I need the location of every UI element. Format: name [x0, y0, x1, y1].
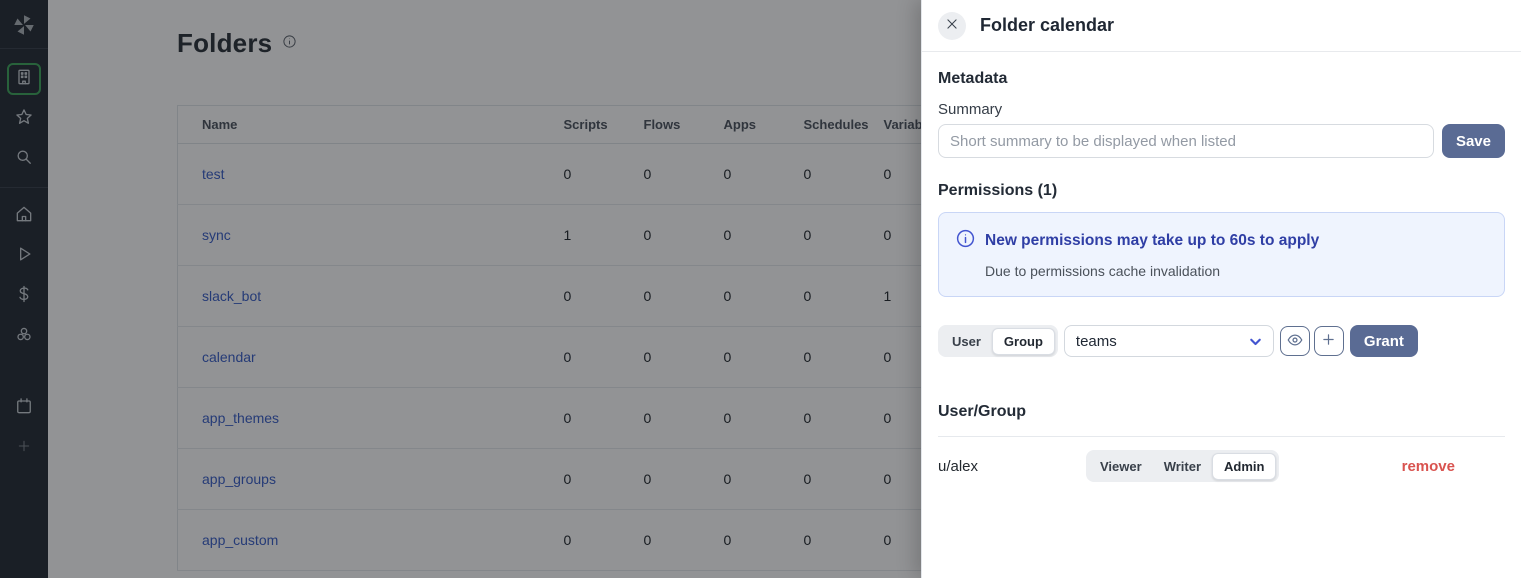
- eye-icon: [1286, 331, 1304, 352]
- role-option-writer[interactable]: Writer: [1153, 454, 1212, 479]
- permissions-notice: New permissions may take up to 60s to ap…: [938, 212, 1505, 297]
- role-toggle: ViewerWriterAdmin: [1086, 450, 1279, 482]
- close-icon: [945, 17, 959, 34]
- role-option-viewer[interactable]: Viewer: [1089, 454, 1153, 479]
- grant-row: UserGroup teams Grant: [938, 325, 1505, 357]
- preview-permissions-button[interactable]: [1280, 326, 1310, 356]
- plus-icon: [1320, 331, 1337, 351]
- add-permission-button[interactable]: [1314, 326, 1344, 356]
- save-button[interactable]: Save: [1442, 124, 1505, 158]
- toggle-option-group[interactable]: Group: [992, 328, 1055, 355]
- group-select[interactable]: teams: [1064, 325, 1274, 357]
- folder-drawer: Folder calendar Metadata Summary Save Pe…: [921, 0, 1521, 578]
- role-option-admin[interactable]: Admin: [1212, 453, 1276, 480]
- drawer-backdrop[interactable]: [0, 0, 921, 578]
- permissions-heading: Permissions (1): [938, 182, 1505, 200]
- remove-button[interactable]: remove: [1402, 458, 1455, 475]
- acl-heading: User/Group: [938, 403, 1505, 421]
- grant-button[interactable]: Grant: [1350, 325, 1418, 357]
- summary-input[interactable]: [938, 124, 1434, 158]
- info-icon: [955, 228, 976, 254]
- acl-row: u/alexViewerWriterAdmin remove: [938, 437, 1505, 482]
- group-select-value[interactable]: teams: [1064, 325, 1274, 357]
- user-group-toggle: UserGroup: [938, 325, 1058, 357]
- acl-entry-name: u/alex: [938, 458, 1086, 475]
- close-button[interactable]: [938, 12, 966, 40]
- drawer-title: Folder calendar: [980, 15, 1114, 36]
- notice-title: New permissions may take up to 60s to ap…: [985, 232, 1319, 250]
- summary-label: Summary: [938, 101, 1505, 118]
- notice-subtitle: Due to permissions cache invalidation: [985, 263, 1488, 279]
- drawer-header: Folder calendar: [922, 0, 1521, 52]
- toggle-option-user[interactable]: User: [941, 329, 992, 354]
- metadata-heading: Metadata: [938, 70, 1505, 88]
